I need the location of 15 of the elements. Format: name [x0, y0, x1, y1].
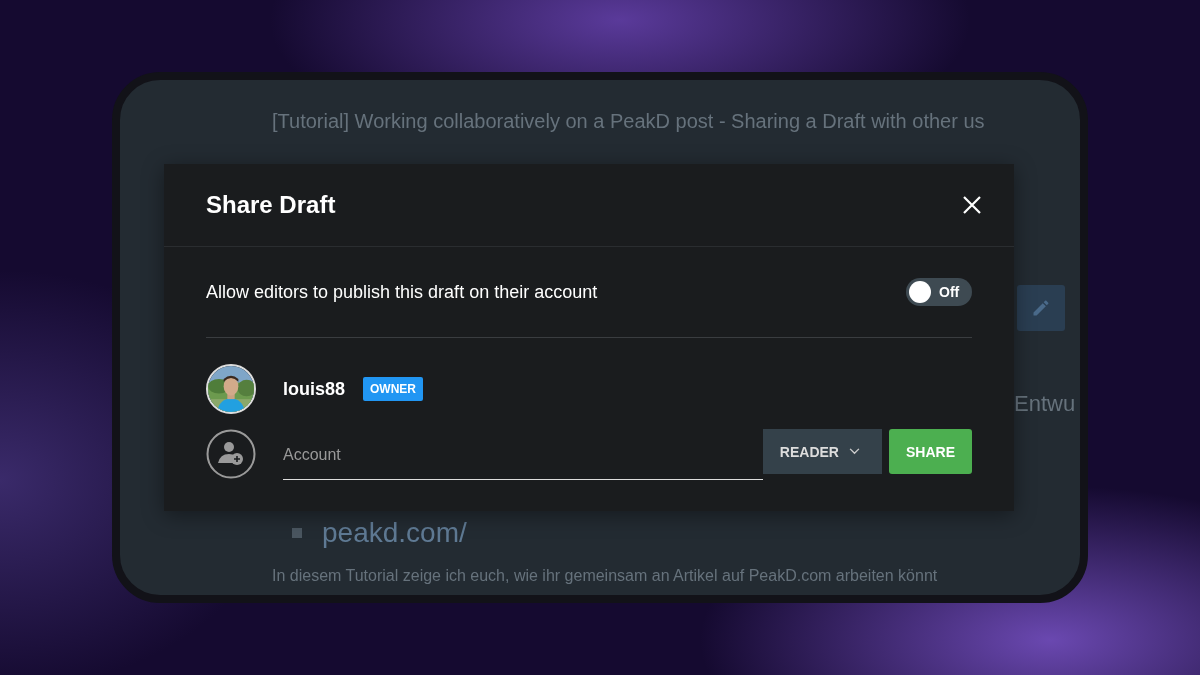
- toggle-label: Allow editors to publish this draft on their account: [206, 281, 598, 303]
- publish-toggle[interactable]: Off: [906, 278, 972, 306]
- intro-text: In diesem Tutorial zeige ich euch, wie ihr gemeinsam an Artikel auf PeakD.com arbeiten könnt: [272, 567, 939, 585]
- permission-dropdown[interactable]: READER: [762, 429, 882, 474]
- bullet-icon: [292, 528, 302, 538]
- account-field[interactable]: Account: [283, 431, 763, 480]
- username: louis88: [283, 378, 346, 400]
- pencil-icon: [1031, 298, 1051, 318]
- dialog-title: Share Draft: [206, 191, 336, 219]
- add-user-icon: [206, 428, 256, 479]
- post-title: [Tutorial] Working collaboratively on a PeakD post - Sharing a Draft with other us: [272, 110, 986, 133]
- caret-icon: [849, 448, 860, 455]
- close-button[interactable]: [962, 195, 982, 215]
- role-badge: OWNER: [363, 377, 424, 401]
- heading-text: Entwu: [1014, 391, 1076, 417]
